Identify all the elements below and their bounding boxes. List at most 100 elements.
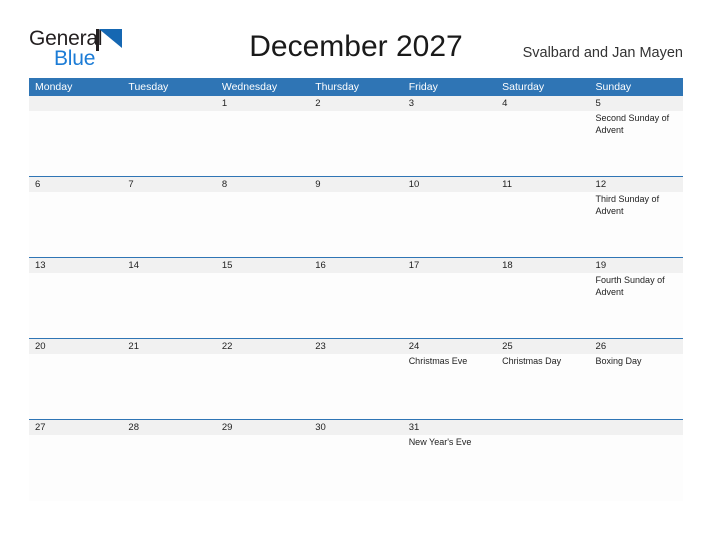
- calendar-day-cell[interactable]: 26 Boxing Day: [590, 339, 683, 419]
- region-label: Svalbard and Jan Mayen: [522, 45, 683, 61]
- calendar-day-cell[interactable]: 6: [29, 177, 122, 257]
- day-event: [128, 354, 211, 356]
- day-event: [502, 192, 585, 194]
- day-number: 18: [502, 260, 513, 271]
- day-number: 16: [315, 260, 326, 271]
- calendar-day-cell[interactable]: 20: [29, 339, 122, 419]
- calendar-day-cell[interactable]: 7: [122, 177, 215, 257]
- calendar-day-cell[interactable]: 16: [309, 258, 402, 338]
- day-event: New Year's Eve: [408, 437, 472, 447]
- day-number: 24: [408, 341, 420, 352]
- day-event: [128, 435, 211, 437]
- calendar-day-cell[interactable]: [590, 420, 683, 501]
- calendar-day-cell[interactable]: 25 Christmas Day: [496, 339, 589, 419]
- day-event: [128, 273, 211, 275]
- calendar-day-cell[interactable]: 19 Fourth Sunday of Advent: [590, 258, 683, 338]
- calendar-day-cell[interactable]: 12 Third Sunday of Advent: [590, 177, 683, 257]
- day-event: [35, 111, 118, 113]
- calendar-day-cell[interactable]: 29: [216, 420, 309, 501]
- calendar-day-cell[interactable]: 8: [216, 177, 309, 257]
- day-event: [222, 435, 305, 437]
- calendar-week-row: 13 14 15 16 17 18 19 Fourth Sunday of Ad…: [29, 258, 683, 339]
- day-number: 20: [35, 341, 46, 352]
- calendar-day-cell[interactable]: 27: [29, 420, 122, 501]
- day-number: 26: [595, 341, 607, 352]
- day-number: 31: [408, 422, 420, 433]
- day-number: 30: [315, 422, 326, 433]
- calendar-day-cell[interactable]: 1: [216, 96, 309, 176]
- calendar-grid: Monday Tuesday Wednesday Thursday Friday…: [29, 78, 683, 501]
- page-header: General Blue December 2027 Svalbard and …: [0, 0, 712, 78]
- day-event: [222, 192, 305, 194]
- calendar-day-cell[interactable]: 11: [496, 177, 589, 257]
- day-event: [35, 273, 118, 275]
- day-number: 11: [502, 179, 512, 190]
- calendar-day-cell[interactable]: 31 New Year's Eve: [403, 420, 496, 501]
- calendar-week-row: 6 7 8 9 10 11 12 Third Sunday of Advent: [29, 177, 683, 258]
- day-number: 12: [595, 179, 607, 190]
- day-number: 17: [408, 260, 420, 271]
- day-number: [128, 96, 211, 111]
- day-number: [596, 420, 679, 435]
- day-number: 8: [221, 179, 228, 190]
- day-number: 13: [35, 260, 46, 271]
- calendar-day-cell[interactable]: 24 Christmas Eve: [403, 339, 496, 419]
- calendar-day-cell[interactable]: 4: [496, 96, 589, 176]
- day-event: [35, 192, 118, 194]
- day-event: [128, 192, 211, 194]
- calendar-day-cell[interactable]: 15: [216, 258, 309, 338]
- day-event: [128, 111, 211, 113]
- day-number: [502, 420, 585, 435]
- day-number: 19: [595, 260, 607, 271]
- day-event: Fourth Sunday of Advent: [595, 275, 665, 297]
- calendar-day-cell[interactable]: 3: [403, 96, 496, 176]
- calendar-week-row: 1 2 3 4 5 Second Sunday of Advent: [29, 96, 683, 177]
- calendar-day-cell[interactable]: 2: [309, 96, 402, 176]
- day-number: [35, 96, 118, 111]
- weekday-sunday: Sunday: [595, 81, 632, 93]
- day-event: [35, 435, 118, 437]
- calendar-day-cell[interactable]: 10: [403, 177, 496, 257]
- day-number: 23: [315, 341, 326, 352]
- day-event: Christmas Day: [502, 356, 562, 366]
- weekday-saturday: Saturday: [502, 81, 545, 93]
- calendar-week-row: 27 28 29 30 31 New Year's Eve: [29, 420, 683, 501]
- calendar-day-cell[interactable]: 5 Second Sunday of Advent: [590, 96, 683, 176]
- calendar-day-cell[interactable]: 30: [309, 420, 402, 501]
- day-event: [409, 273, 492, 275]
- calendar-day-cell[interactable]: [122, 96, 215, 176]
- day-number: 27: [35, 422, 46, 433]
- day-event: Christmas Eve: [408, 356, 468, 366]
- calendar-day-cell[interactable]: [29, 96, 122, 176]
- day-event: [315, 111, 398, 113]
- day-event: [222, 111, 305, 113]
- calendar-day-cell[interactable]: 23: [309, 339, 402, 419]
- calendar-day-cell[interactable]: 14: [122, 258, 215, 338]
- weekday-monday: Monday: [35, 81, 73, 93]
- day-number: 25: [502, 341, 513, 352]
- day-event: [409, 192, 492, 194]
- day-number: 9: [315, 179, 321, 190]
- day-number: 4: [502, 98, 508, 109]
- weekday-wednesday: Wednesday: [221, 81, 278, 93]
- calendar-day-cell[interactable]: 13: [29, 258, 122, 338]
- day-event: Boxing Day: [595, 356, 642, 366]
- day-number: 29: [221, 422, 233, 433]
- day-number: 21: [128, 341, 139, 352]
- calendar-page: General Blue December 2027 Svalbard and …: [0, 0, 712, 550]
- calendar-day-cell[interactable]: 22: [216, 339, 309, 419]
- day-event: Second Sunday of Advent: [595, 113, 670, 135]
- day-number: 6: [35, 179, 41, 190]
- day-number: 2: [315, 98, 321, 109]
- calendar-day-cell[interactable]: 28: [122, 420, 215, 501]
- calendar-week-row: 20 21 22 23 24 Christmas Eve 25 Christma…: [29, 339, 683, 420]
- calendar-day-cell[interactable]: 21: [122, 339, 215, 419]
- day-event: [222, 354, 305, 356]
- calendar-day-cell[interactable]: [496, 420, 589, 501]
- day-event: [596, 435, 679, 437]
- day-event: [315, 354, 398, 356]
- calendar-day-cell[interactable]: 17: [403, 258, 496, 338]
- weekday-tuesday: Tuesday: [128, 81, 169, 93]
- calendar-day-cell[interactable]: 9: [309, 177, 402, 257]
- calendar-day-cell[interactable]: 18: [496, 258, 589, 338]
